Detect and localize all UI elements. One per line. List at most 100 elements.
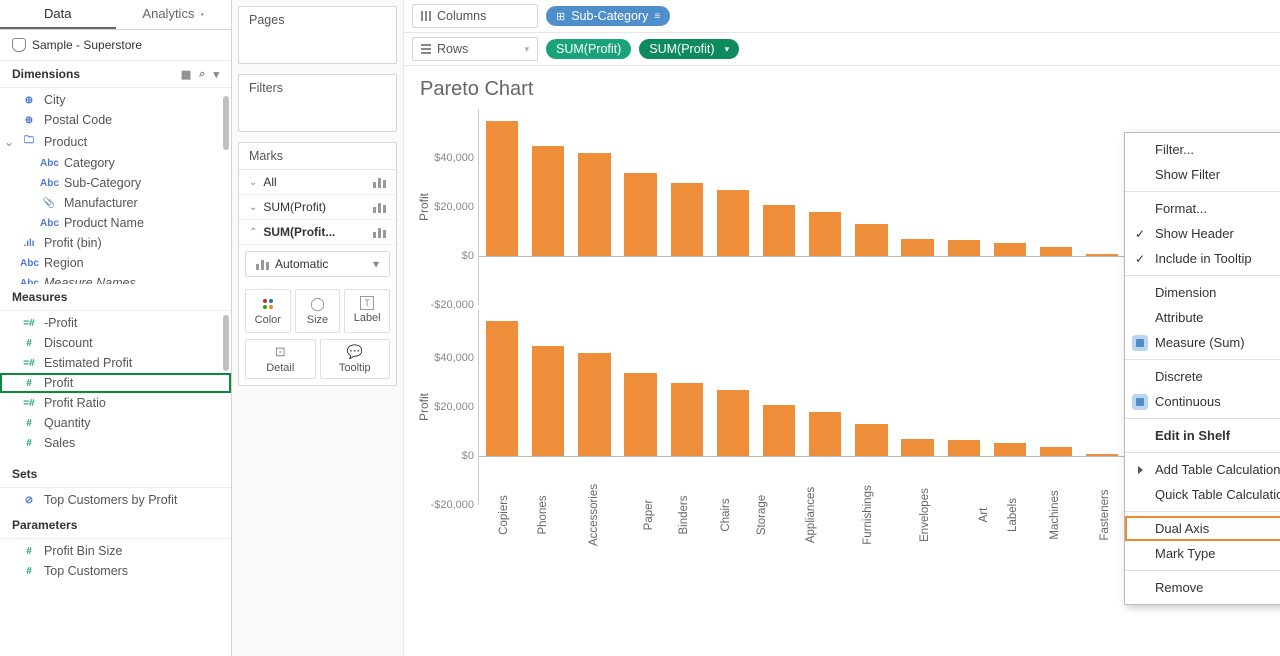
field-top-customers-by-profit[interactable]: ⊘Top Customers by Profit: [0, 490, 231, 510]
x-category: Phones: [518, 505, 557, 527]
x-category: Fasteners: [1073, 505, 1124, 527]
mark-detail-button[interactable]: ⊡Detail: [245, 339, 316, 379]
num-icon: #: [20, 438, 38, 449]
mark-label-button[interactable]: TLabel: [344, 289, 390, 333]
pill-sub-category[interactable]: ⊞Sub-Category≡: [546, 6, 670, 26]
rows-icon: [421, 44, 431, 54]
menu-mark-type[interactable]: Mark Type▸: [1125, 541, 1280, 566]
field--profit[interactable]: =#-Profit: [0, 313, 231, 333]
field-manufacturer[interactable]: 📎Manufacturer: [0, 193, 231, 213]
rows-shelf[interactable]: Rows ▾ SUM(Profit) SUM(Profit)▾: [404, 33, 1280, 66]
x-category: Machines: [1024, 505, 1073, 527]
calc-icon: =#: [20, 318, 38, 329]
marks-sum-profit-2[interactable]: ⌃SUM(Profit...: [239, 220, 396, 245]
data-source-icon: [12, 38, 26, 52]
menu-show-filter[interactable]: Show Filter: [1125, 162, 1280, 187]
tab-analytics[interactable]: Analytics: [116, 0, 232, 29]
mark-type-select[interactable]: Automatic ▾: [245, 251, 390, 277]
field-top-customers[interactable]: #Top Customers: [0, 561, 231, 581]
num-icon: #: [20, 378, 38, 389]
x-category: Appliances: [776, 505, 832, 527]
field-postal-code[interactable]: ⊕Postal Code: [0, 110, 231, 130]
abc-icon: Abc: [20, 278, 38, 285]
search-icon[interactable]: ⌕: [199, 68, 205, 81]
view-toggle-icon[interactable]: ▦: [181, 68, 191, 81]
menu-quick-table-calc[interactable]: Quick Table Calculation▸: [1125, 482, 1280, 507]
menu-measure[interactable]: Measure (Sum)▸: [1125, 330, 1280, 355]
scrollbar-thumb[interactable]: [223, 96, 229, 150]
clip-icon: 📎: [40, 198, 58, 209]
scrollbar-thumb[interactable]: [223, 315, 229, 371]
field-category[interactable]: AbcCategory: [0, 153, 231, 173]
menu-dual-axis[interactable]: Dual Axis: [1125, 516, 1280, 541]
menu-edit-in-shelf[interactable]: Edit in Shelf: [1125, 423, 1280, 448]
mark-tooltip-button[interactable]: 💬Tooltip: [320, 339, 391, 379]
field-profit-ratio[interactable]: =#Profit Ratio: [0, 393, 231, 413]
abc-icon: Abc: [40, 218, 58, 229]
pill-sum-profit-1[interactable]: SUM(Profit): [546, 39, 631, 59]
field-sales[interactable]: #Sales: [0, 433, 231, 453]
data-source-name: Sample - Superstore: [32, 38, 142, 52]
x-category: Paper: [619, 505, 658, 527]
field-quantity[interactable]: #Quantity: [0, 413, 231, 433]
x-category: Binders: [658, 505, 697, 527]
folder-icon: 🗀: [20, 133, 38, 150]
calc-icon: =#: [20, 398, 38, 409]
chart-title: Pareto Chart: [420, 78, 1264, 101]
menu-show-header[interactable]: Show Header: [1125, 221, 1280, 246]
mark-color-button[interactable]: Color: [245, 289, 291, 333]
parameters-list: #Profit Bin Size#Top Customers: [0, 539, 231, 583]
menu-discrete[interactable]: Discrete: [1125, 364, 1280, 389]
globe-icon: ⊕: [20, 115, 38, 126]
field-city[interactable]: ⊕City: [0, 90, 231, 110]
marks-all-row[interactable]: ⌄All: [239, 170, 396, 195]
parameters-header: Parameters: [0, 512, 231, 539]
pages-card[interactable]: Pages: [238, 6, 397, 64]
data-source-row[interactable]: Sample - Superstore: [0, 30, 231, 61]
field-sub-category[interactable]: AbcSub-Category: [0, 173, 231, 193]
x-category: Art: [946, 505, 985, 527]
field-estimated-profit[interactable]: =#Estimated Profit: [0, 353, 231, 373]
columns-shelf[interactable]: Columns ⊞Sub-Category≡: [404, 0, 1280, 33]
hist-icon: .ılı: [20, 238, 38, 249]
calc-icon: =#: [20, 358, 38, 369]
dimensions-list: ⊕City⊕Postal Code⌄🗀ProductAbcCategoryAbc…: [0, 88, 231, 284]
menu-include-tooltip[interactable]: Include in Tooltip: [1125, 246, 1280, 271]
field-region[interactable]: AbcRegion: [0, 253, 231, 273]
menu-continuous[interactable]: Continuous: [1125, 389, 1280, 414]
field-profit-bin-size[interactable]: #Profit Bin Size: [0, 541, 231, 561]
measures-header: Measures: [0, 284, 231, 311]
marks-card: Marks ⌄All ⌄SUM(Profit) ⌃SUM(Profit... A…: [238, 142, 397, 386]
abc-icon: Abc: [20, 258, 38, 269]
menu-remove[interactable]: Remove: [1125, 575, 1280, 600]
data-panel: Data Analytics Sample - Superstore Dimen…: [0, 0, 232, 656]
num-icon: #: [20, 546, 38, 557]
dimensions-header: Dimensions ▦ ⌕ ▾: [0, 61, 231, 88]
menu-attribute[interactable]: Attribute: [1125, 305, 1280, 330]
menu-filter[interactable]: Filter...: [1125, 137, 1280, 162]
field-discount[interactable]: #Discount: [0, 333, 231, 353]
measures-list: =#-Profit#Discount=#Estimated Profit#Pro…: [0, 311, 231, 461]
menu-add-table-calc[interactable]: Add Table Calculation...: [1125, 457, 1280, 482]
num-icon: #: [20, 338, 38, 349]
x-category: Furnishings: [833, 505, 892, 527]
dimensions-menu-icon[interactable]: ▾: [213, 68, 219, 81]
tab-data[interactable]: Data: [0, 0, 116, 29]
num-icon: #: [20, 418, 38, 429]
x-category: Labels: [985, 505, 1024, 527]
field-profit[interactable]: #Profit: [0, 373, 231, 393]
sets-list: ⊘Top Customers by Profit: [0, 488, 231, 512]
pill-sum-profit-2[interactable]: SUM(Profit)▾: [639, 39, 739, 59]
filters-card[interactable]: Filters: [238, 74, 397, 132]
field-product-name[interactable]: AbcProduct Name: [0, 213, 231, 233]
x-category: Copiers: [478, 505, 518, 527]
mark-size-button[interactable]: ◯Size: [295, 289, 341, 333]
field-product[interactable]: ⌄🗀Product: [0, 130, 231, 153]
pill-context-menu: Filter... Show Filter Format... Show Hea…: [1124, 132, 1280, 605]
cards-panel: Pages Filters Marks ⌄All ⌄SUM(Profit) ⌃S…: [232, 0, 404, 656]
marks-sum-profit-1[interactable]: ⌄SUM(Profit): [239, 195, 396, 220]
menu-dimension[interactable]: Dimension: [1125, 280, 1280, 305]
field-measure-names[interactable]: AbcMeasure Names: [0, 273, 231, 284]
field-profit-bin-[interactable]: .ılıProfit (bin): [0, 233, 231, 253]
menu-format[interactable]: Format...: [1125, 196, 1280, 221]
